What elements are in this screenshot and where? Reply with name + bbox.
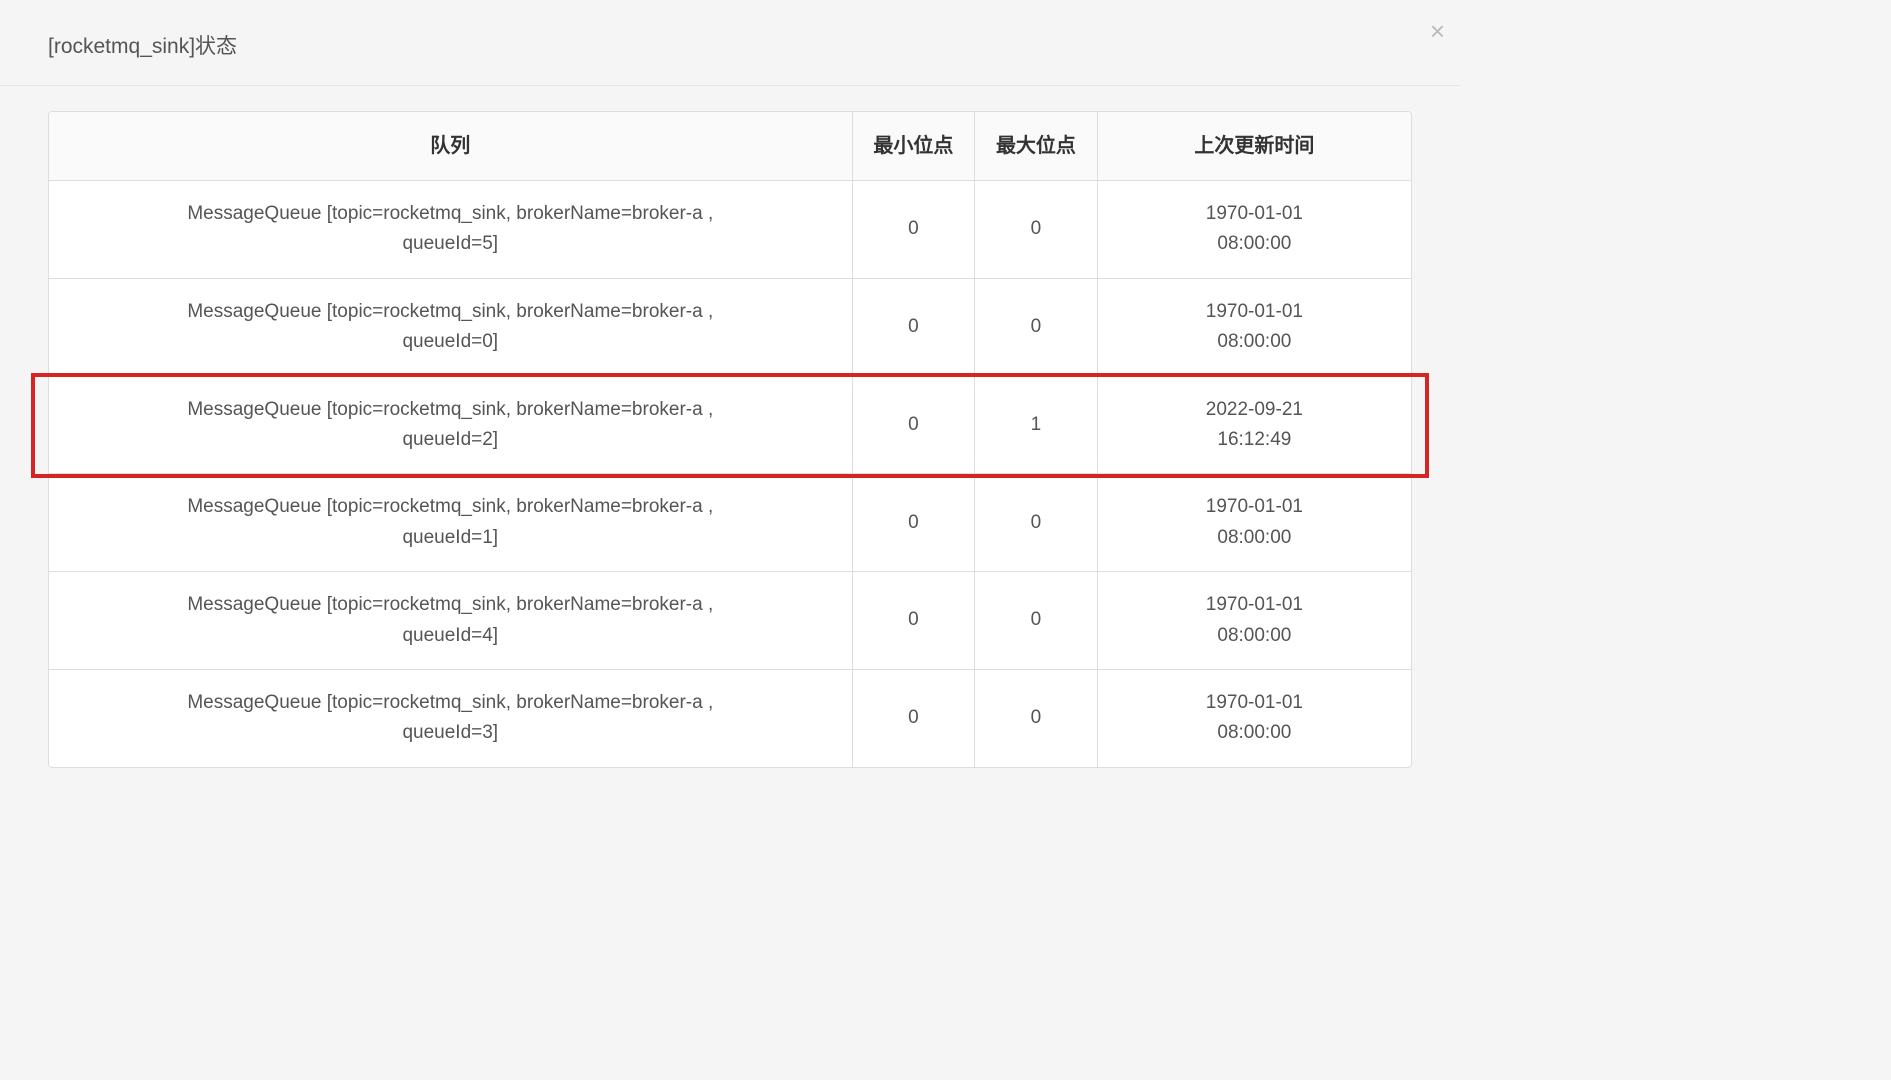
table-row: MessageQueue [topic=rocketmq_sink, broke…	[49, 181, 1411, 279]
cell-min-offset: 0	[853, 474, 976, 572]
cell-queue: MessageQueue [topic=rocketmq_sink, broke…	[49, 474, 853, 572]
dialog-header: [rocketmq_sink]状态 ×	[0, 0, 1460, 86]
cell-queue: MessageQueue [topic=rocketmq_sink, broke…	[49, 279, 853, 377]
cell-last-update: 2022-09-21 16:12:49	[1098, 377, 1411, 475]
status-dialog: [rocketmq_sink]状态 × 队列 最小位点 最大位点 上次更新时间 …	[0, 0, 1460, 798]
cell-max-offset: 0	[975, 572, 1098, 670]
table-row: MessageQueue [topic=rocketmq_sink, broke…	[49, 670, 1411, 767]
th-max-offset: 最大位点	[975, 112, 1098, 181]
cell-min-offset: 0	[853, 572, 976, 670]
table-row: MessageQueue [topic=rocketmq_sink, broke…	[49, 572, 1411, 670]
queue-status-table: 队列 最小位点 最大位点 上次更新时间 MessageQueue [topic=…	[48, 111, 1412, 768]
th-last-update: 上次更新时间	[1098, 112, 1411, 181]
table-header-row: 队列 最小位点 最大位点 上次更新时间	[49, 112, 1411, 181]
cell-queue: MessageQueue [topic=rocketmq_sink, broke…	[49, 181, 853, 279]
cell-queue: MessageQueue [topic=rocketmq_sink, broke…	[49, 377, 853, 475]
th-queue: 队列	[49, 112, 853, 181]
cell-queue: MessageQueue [topic=rocketmq_sink, broke…	[49, 670, 853, 767]
cell-last-update: 1970-01-01 08:00:00	[1098, 572, 1411, 670]
cell-last-update: 1970-01-01 08:00:00	[1098, 474, 1411, 572]
dialog-body: 队列 最小位点 最大位点 上次更新时间 MessageQueue [topic=…	[0, 86, 1460, 798]
cell-last-update: 1970-01-01 08:00:00	[1098, 670, 1411, 767]
cell-queue: MessageQueue [topic=rocketmq_sink, broke…	[49, 572, 853, 670]
cell-min-offset: 0	[853, 279, 976, 377]
cell-min-offset: 0	[853, 670, 976, 767]
table-row: MessageQueue [topic=rocketmq_sink, broke…	[49, 474, 1411, 572]
table-row: MessageQueue [topic=rocketmq_sink, broke…	[49, 377, 1411, 475]
cell-last-update: 1970-01-01 08:00:00	[1098, 279, 1411, 377]
close-icon[interactable]: ×	[1430, 18, 1445, 44]
cell-max-offset: 0	[975, 181, 1098, 279]
dialog-title: [rocketmq_sink]状态	[48, 30, 1412, 60]
cell-min-offset: 0	[853, 181, 976, 279]
th-min-offset: 最小位点	[853, 112, 976, 181]
cell-min-offset: 0	[853, 377, 976, 475]
cell-max-offset: 0	[975, 474, 1098, 572]
cell-last-update: 1970-01-01 08:00:00	[1098, 181, 1411, 279]
cell-max-offset: 0	[975, 279, 1098, 377]
cell-max-offset: 1	[975, 377, 1098, 475]
table-wrap: 队列 最小位点 最大位点 上次更新时间 MessageQueue [topic=…	[48, 111, 1412, 768]
cell-max-offset: 0	[975, 670, 1098, 767]
table-row: MessageQueue [topic=rocketmq_sink, broke…	[49, 279, 1411, 377]
